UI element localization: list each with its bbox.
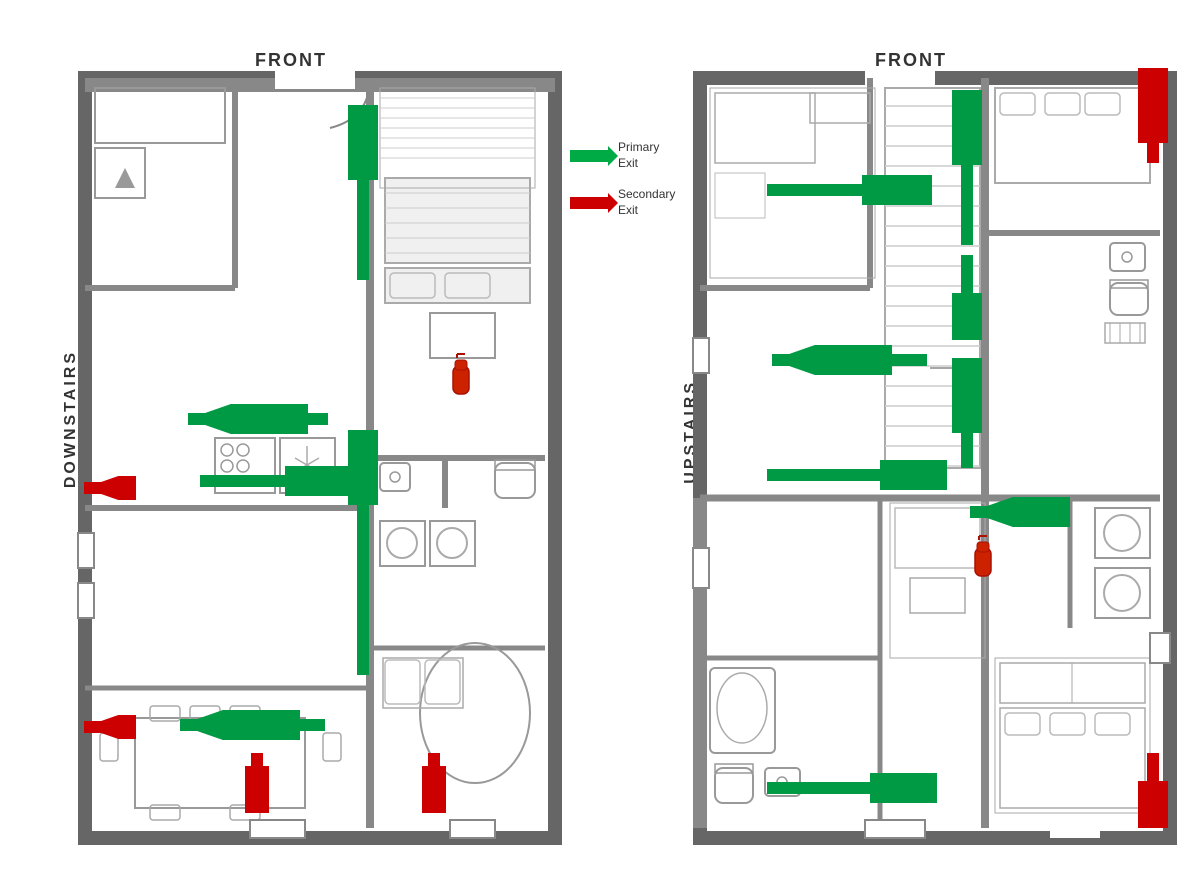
legend-red-arrow xyxy=(570,197,610,209)
legend-primary: PrimaryExit xyxy=(570,140,675,171)
floor-plan-container: FRONT FRONT DOWNSTAIRS UPSTAIRS PrimaryE… xyxy=(0,0,1202,896)
red-arrow-left-1 xyxy=(76,476,136,500)
green-arrow-right-up-2 xyxy=(762,460,947,490)
red-arrow-up-upstairs xyxy=(1138,68,1168,168)
legend-primary-label: PrimaryExit xyxy=(618,140,659,171)
green-arrow-left-2 xyxy=(170,710,330,740)
red-arrow-down-2 xyxy=(422,748,446,813)
green-arrow-down-upstairs xyxy=(952,250,982,340)
legend: PrimaryExit SecondaryExit xyxy=(570,140,675,234)
red-arrow-down-upstairs xyxy=(1138,748,1168,828)
green-arrow-left-up-1 xyxy=(762,345,932,375)
green-arrow-up-1 xyxy=(348,105,378,285)
green-arrow-up-2 xyxy=(348,430,378,680)
green-arrow-right-1 xyxy=(195,466,355,496)
green-arrow-right-up-3 xyxy=(762,773,937,803)
red-arrow-left-2 xyxy=(76,715,136,739)
green-arrow-right-up-1 xyxy=(762,175,932,205)
legend-secondary-label: SecondaryExit xyxy=(618,187,675,218)
legend-secondary: SecondaryExit xyxy=(570,187,675,218)
green-arrow-up-upstairs xyxy=(952,90,982,250)
green-arrow-left-1 xyxy=(178,404,333,434)
green-arrow-up-upstairs-2 xyxy=(952,358,982,473)
legend-green-arrow xyxy=(570,150,610,162)
green-arrow-left-up-2 xyxy=(960,497,1070,527)
red-arrow-down-1 xyxy=(245,748,269,813)
